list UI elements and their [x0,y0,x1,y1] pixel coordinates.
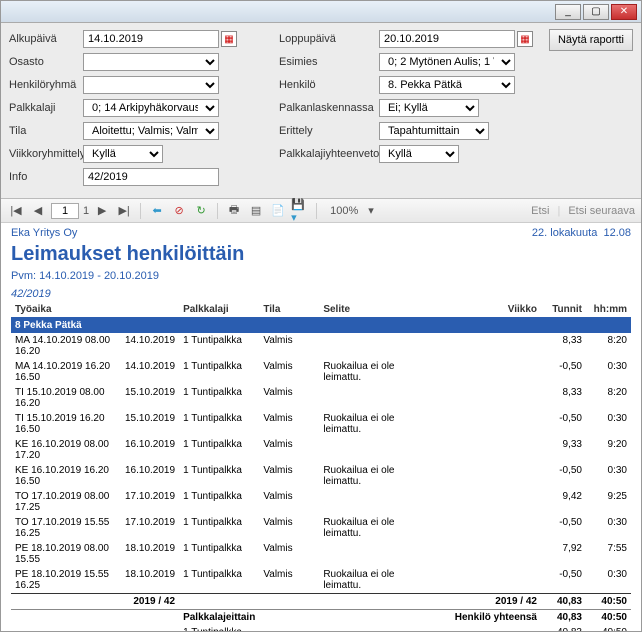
next-page-button[interactable]: ▶ [93,202,111,220]
week-sum-label2: 2019 / 42 [438,594,541,610]
show-report-button[interactable]: Näytä raportti [549,29,633,51]
palkkalajiyht-label: Palkkalajiyhteenveto [279,148,379,160]
report-date: 22. lokakuuta [532,227,597,239]
close-button[interactable]: ✕ [611,4,637,20]
osasto-label: Osasto [9,56,83,68]
table-row: KE 16.10.2019 08.00 17.2016.10.20191 Tun… [11,437,631,463]
report-time: 12.08 [603,227,631,239]
henkilo-yht-hm: 40:50 [586,610,631,626]
table-row: KE 16.10.2019 16.20 16.5016.10.20191 Tun… [11,463,631,489]
minimize-button[interactable]: _ [555,4,581,20]
prev-page-button[interactable]: ◀ [29,202,47,220]
last-page-button[interactable]: ▶| [115,202,133,220]
pl-row-hm: 40:50 [586,625,631,631]
info-input[interactable] [83,168,219,186]
col-tunnit: Tunnit [541,302,586,318]
tila-select[interactable]: Aloitettu; Valmis; Valmis käyttäji [83,122,219,140]
palkanlask-label: Palkanlaskennassa [279,102,379,114]
alkupaiva-label: Alkupäivä [9,33,83,45]
zoom-dropdown-icon[interactable]: ▾ [368,204,374,217]
company-name: Eka Yritys Oy [11,227,77,239]
table-row: TO 17.10.2019 08.00 17.2517.10.20191 Tun… [11,489,631,515]
viikkoryhm-label: Viikkoryhmittely [9,148,83,160]
palkkalaji-select[interactable]: 0; 14 Arkipyhäkorvaus; 90 Lom [83,99,219,117]
report-range: Pvm: 14.10.2019 - 20.10.2019 [11,270,631,282]
loppupaiva-label: Loppupäivä [279,33,379,45]
week-sum-label: 2019 / 42 [11,594,179,610]
filter-panel: Alkupäivä ▦ Osasto Henkilöryhmä Palkkalaj… [1,23,641,199]
first-page-button[interactable]: |◀ [7,202,25,220]
table-row: TO 17.10.2019 15.55 16.2517.10.20191 Tun… [11,515,631,541]
back-button[interactable]: ⬅ [148,202,166,220]
henkilo-yht-label: Henkilö yhteensä [438,610,541,626]
page-of: 1 [83,205,89,217]
pl-row-tun: 40,83 [541,625,586,631]
table-row: MA 14.10.2019 16.20 16.5014.10.20191 Tun… [11,359,631,385]
palkkalajeittain-label: Palkkalajeittain [179,610,259,626]
table-row: TI 15.10.2019 16.20 16.5015.10.20191 Tun… [11,411,631,437]
table-row: PE 18.10.2019 08.00 15.5518.10.20191 Tun… [11,541,631,567]
refresh-button[interactable]: ↻ [192,202,210,220]
col-palkkalaji: Palkkalaji [179,302,259,318]
col-tila: Tila [259,302,319,318]
viikkoryhm-select[interactable]: Kyllä [83,145,163,163]
titlebar: _ ▢ ✕ [1,1,641,23]
table-row: MA 14.10.2019 08.00 16.2014.10.20191 Tun… [11,333,631,359]
calendar-icon[interactable]: ▦ [221,31,237,47]
table-row: TI 15.10.2019 08.00 16.2015.10.20191 Tun… [11,385,631,411]
page-setup-button[interactable]: 📄 [269,202,287,220]
henkryhma-select[interactable] [83,76,219,94]
erittely-select[interactable]: Tapahtumittain [379,122,489,140]
maximize-button[interactable]: ▢ [583,4,609,20]
page-input[interactable] [51,203,79,219]
osasto-select[interactable] [83,53,219,71]
henkilo-select[interactable]: 8. Pekka Pätkä [379,76,515,94]
tila-label: Tila [9,125,83,137]
pl-row-name: 1 Tuntipalkka [179,625,259,631]
report-info: 42/2019 [11,288,631,300]
palkkalaji-label: Palkkalaji [9,102,83,114]
palkkalajiyht-select[interactable]: Kyllä [379,145,459,163]
palkanlask-select[interactable]: Ei; Kyllä [379,99,479,117]
info-label: Info [9,171,83,183]
table-row: PE 18.10.2019 15.55 16.2518.10.20191 Tun… [11,567,631,594]
report-viewer: Eka Yritys Oy 22. lokakuuta 12.08 Leimau… [1,223,641,631]
alkupaiva-input[interactable] [83,30,219,48]
loppupaiva-input[interactable] [379,30,515,48]
report-table: Työaika Palkkalaji Tila Selite Viikko Tu… [11,302,631,631]
stop-button[interactable]: ⊘ [170,202,188,220]
col-selite: Selite [319,302,438,318]
esimies-select[interactable]: 0; 2 Mytönen Aulis; 1 Veera Pu [379,53,515,71]
report-toolbar: |◀ ◀ 1 ▶ ▶| ⬅ ⊘ ↻ 🖶 ▤ 📄 💾▾ 100% ▾ Etsi |… [1,199,641,223]
report-title: Leimaukset henkilöittäin [11,243,631,266]
find-link[interactable]: Etsi [531,205,549,217]
henkryhma-label: Henkilöryhmä [9,79,83,91]
henkilo-yht-tun: 40,83 [541,610,586,626]
layout-button[interactable]: ▤ [247,202,265,220]
app-window: _ ▢ ✕ Alkupäivä ▦ Osasto Henkilöryhmä Pal… [0,0,642,632]
col-viikko: Viikko [438,302,541,318]
group-header: 8 Pekka Pätkä [11,318,631,334]
esimies-label: Esimies [279,56,379,68]
week-tunnit: 40,83 [541,594,586,610]
col-hhmm: hh:mm [586,302,631,318]
calendar-icon[interactable]: ▦ [517,31,533,47]
find-next-link[interactable]: Etsi seuraava [568,205,635,217]
export-button[interactable]: 💾▾ [291,202,309,220]
zoom-value[interactable]: 100% [330,205,358,217]
col-tyoaika: Työaika [11,302,179,318]
erittely-label: Erittely [279,125,379,137]
week-hhmm: 40:50 [586,594,631,610]
henkilo-label: Henkilö [279,79,379,91]
print-button[interactable]: 🖶 [225,202,243,220]
